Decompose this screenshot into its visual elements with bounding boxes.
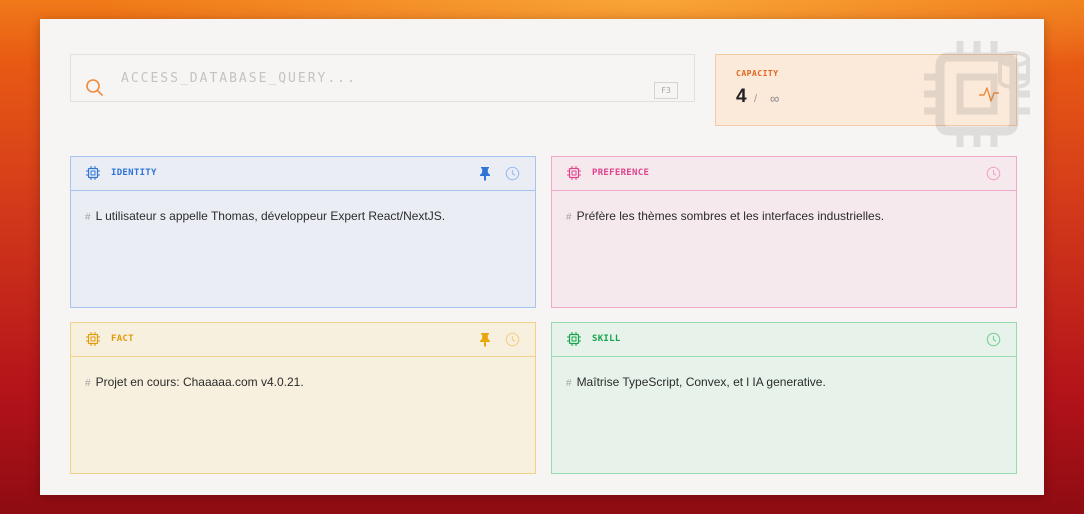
hash-marker: # bbox=[85, 378, 91, 389]
cpu-icon bbox=[567, 166, 581, 180]
card-text: Préfère les thèmes sombres et les interf… bbox=[576, 209, 885, 223]
card-content: # L utilisateur s appelle Thomas, dévelop… bbox=[85, 209, 445, 223]
card-text: L utilisateur s appelle Thomas, développ… bbox=[95, 209, 446, 223]
capacity-label: CAPACITY bbox=[736, 69, 779, 78]
capacity-separator: / bbox=[754, 93, 758, 105]
capacity-max: ∞ bbox=[770, 91, 780, 106]
hash-marker: # bbox=[566, 378, 572, 389]
capacity-value: 4 bbox=[736, 86, 747, 107]
card-title: FACT bbox=[111, 334, 134, 344]
card-content: # Maîtrise TypeScript, Convex, et l IA ge… bbox=[566, 375, 826, 389]
shortcut-key-badge: F3 bbox=[654, 82, 678, 99]
hash-marker: # bbox=[85, 212, 91, 223]
chip-icon bbox=[924, 41, 1030, 147]
hash-marker: # bbox=[566, 212, 572, 223]
card-text: Maîtrise TypeScript, Convex, et l IA gen… bbox=[576, 375, 826, 389]
card-text: Projet en cours: Chaaaaa.com v4.0.21. bbox=[95, 375, 304, 389]
memory-card-skill[interactable]: SKILL # Maîtrise TypeScript, Convex, et l… bbox=[551, 322, 1017, 474]
clock-icon[interactable] bbox=[986, 332, 1001, 347]
memory-card-identity[interactable]: IDENTITY # L utilisateur s appelle Thomas… bbox=[70, 156, 536, 308]
card-title: IDENTITY bbox=[111, 168, 157, 178]
card-header: IDENTITY bbox=[71, 157, 535, 191]
card-title: PREFERENCE bbox=[592, 168, 650, 178]
card-content: # Projet en cours: Chaaaaa.com v4.0.21. bbox=[85, 375, 304, 389]
search-input[interactable]: ACCESS_DATABASE_QUERY... bbox=[121, 71, 357, 86]
clock-icon[interactable] bbox=[505, 332, 520, 347]
card-content: # Préfère les thèmes sombres et les inter… bbox=[566, 209, 884, 223]
memory-card-fact[interactable]: FACT # Projet en cours: Chaaaaa.com v4.0.… bbox=[70, 322, 536, 474]
card-header: PREFERENCE bbox=[552, 157, 1016, 191]
pin-icon[interactable] bbox=[479, 166, 491, 181]
cpu-icon bbox=[86, 166, 100, 180]
card-header: SKILL bbox=[552, 323, 1016, 357]
card-title: SKILL bbox=[592, 334, 621, 344]
memory-panel: ACCESS_DATABASE_QUERY... F3 CAPACITY 4 /… bbox=[40, 19, 1044, 495]
cpu-icon bbox=[86, 332, 100, 346]
card-header: FACT bbox=[71, 323, 535, 357]
memory-card-preference[interactable]: PREFERENCE # Préfère les thèmes sombres e… bbox=[551, 156, 1017, 308]
search-bar[interactable]: ACCESS_DATABASE_QUERY... F3 bbox=[70, 54, 695, 102]
cpu-icon bbox=[567, 332, 581, 346]
pin-icon[interactable] bbox=[479, 332, 491, 347]
search-icon bbox=[86, 79, 103, 96]
clock-icon[interactable] bbox=[986, 166, 1001, 181]
clock-icon[interactable] bbox=[505, 166, 520, 181]
